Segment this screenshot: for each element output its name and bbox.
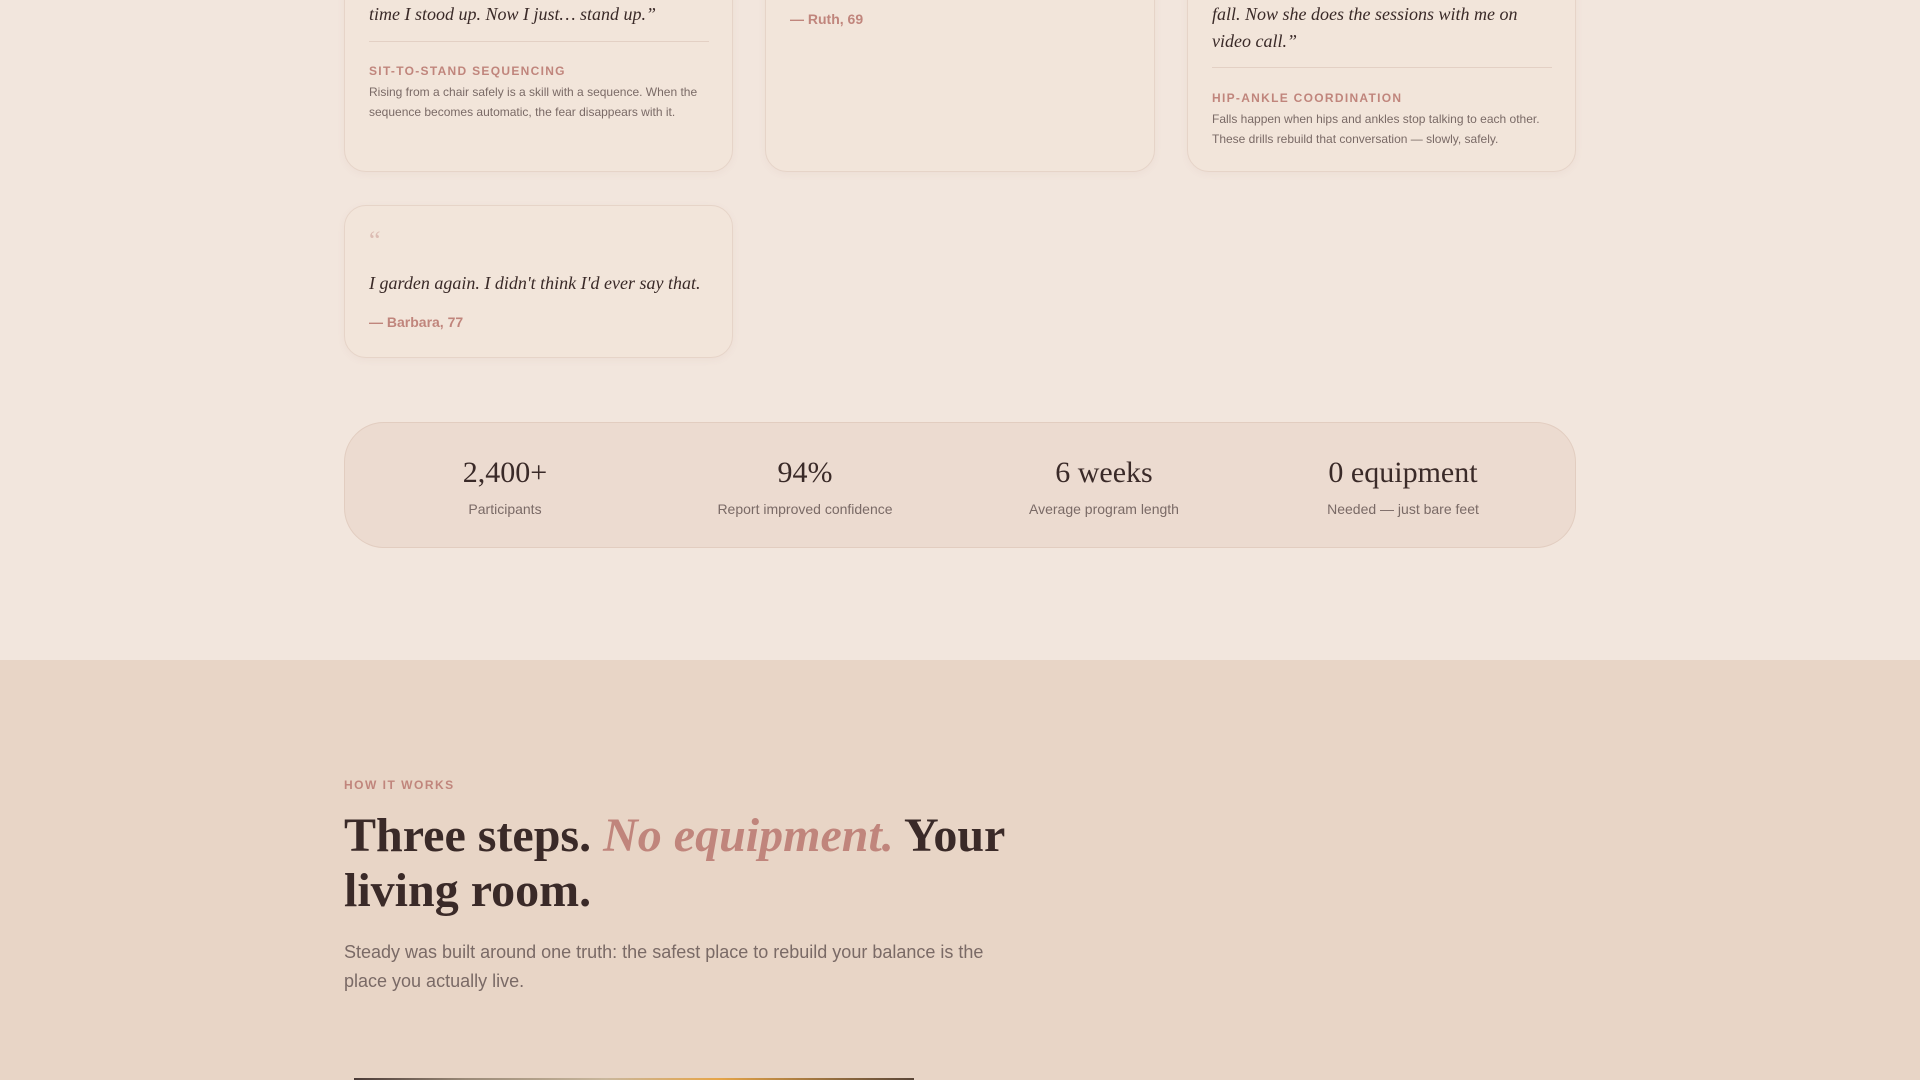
testimonial-author: — Barbara, 77 bbox=[369, 314, 464, 330]
testimonial-quote: fall. Now she does the sessions with me … bbox=[1212, 4, 1518, 51]
testimonial-quote: I garden again. I didn't think I'd ever … bbox=[369, 273, 701, 293]
stat-value: 6 weeks bbox=[1055, 456, 1153, 489]
how-it-works-section: HOW IT WORKS Three steps. No equipment. … bbox=[0, 660, 1920, 1080]
stat-equipment: 0 equipment Needed — just bare feet bbox=[1253, 423, 1553, 517]
stat-program-length: 6 weeks Average program length bbox=[954, 423, 1254, 517]
card-divider bbox=[369, 41, 709, 42]
technique-description: Rising from a chair safely is a skill wi… bbox=[369, 85, 698, 119]
stat-label: Average program length bbox=[1029, 501, 1179, 517]
stats-bar: 2,400+ Participants 94% Report improved … bbox=[344, 422, 1576, 548]
testimonial-card-sit-to-stand: time I stood up. Now I just… stand up.” … bbox=[344, 0, 733, 172]
testimonial-card-ruth: — Ruth, 69 bbox=[765, 0, 1155, 172]
stat-label: Report improved confidence bbox=[717, 501, 893, 517]
section-headline: Three steps. No equipment. Your living r… bbox=[344, 808, 1044, 918]
quote-mark-icon: “ bbox=[369, 226, 381, 255]
testimonial-card-barbara: “ I garden again. I didn't think I'd eve… bbox=[344, 205, 733, 358]
technique-description: Falls happen when hips and ankles stop t… bbox=[1212, 112, 1540, 146]
stat-label: Needed — just bare feet bbox=[1327, 501, 1479, 517]
card-divider bbox=[1212, 67, 1552, 68]
stat-value: 2,400+ bbox=[462, 456, 548, 489]
technique-tag: HIP-ANKLE COORDINATION bbox=[1212, 91, 1403, 105]
stat-label: Participants bbox=[468, 501, 542, 517]
section-eyebrow: HOW IT WORKS bbox=[344, 778, 455, 792]
stat-value: 94% bbox=[777, 456, 833, 489]
stat-confidence: 94% Report improved confidence bbox=[655, 423, 955, 517]
technique-tag: SIT-TO-STAND SEQUENCING bbox=[369, 64, 566, 78]
section-lede: Steady was built around one truth: the s… bbox=[344, 942, 984, 991]
headline-accent: No equipment. bbox=[603, 809, 894, 862]
testimonial-quote: time I stood up. Now I just… stand up.” bbox=[369, 4, 657, 24]
testimonial-card-hip-ankle: fall. Now she does the sessions with me … bbox=[1187, 0, 1576, 172]
stat-participants: 2,400+ Participants bbox=[355, 423, 655, 517]
stat-value: 0 equipment bbox=[1328, 456, 1478, 489]
headline-part-1: Three steps. bbox=[344, 809, 604, 862]
testimonial-author: — Ruth, 69 bbox=[790, 11, 864, 27]
